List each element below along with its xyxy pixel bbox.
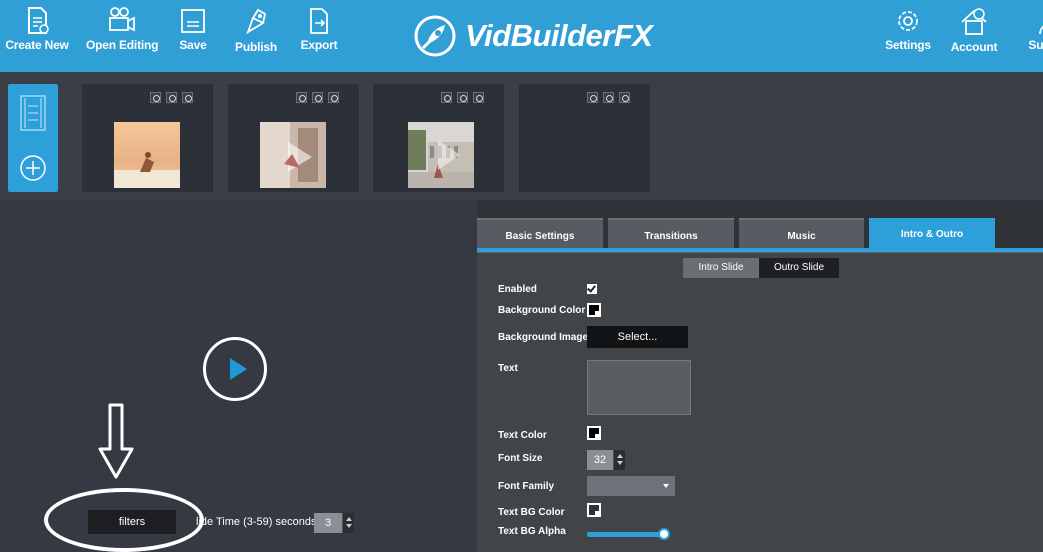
- rocket-logo-icon: [414, 15, 456, 57]
- support-icon: [1039, 25, 1043, 35]
- font-size-value[interactable]: 32: [587, 450, 613, 470]
- refresh-icon[interactable]: [166, 92, 177, 103]
- font-size-label: Font Size: [498, 453, 543, 464]
- text-bg-alpha-label: Text BG Alpha: [498, 526, 566, 537]
- settings-button[interactable]: Settings: [873, 6, 943, 52]
- lock-icon[interactable]: [587, 92, 598, 103]
- publish-button[interactable]: Publish: [221, 6, 291, 54]
- settings-label: Settings: [885, 38, 931, 52]
- lock-icon[interactable]: [441, 92, 452, 103]
- stepper-arrows[interactable]: [613, 450, 625, 470]
- slide-strip-sidebar: [8, 84, 58, 192]
- background-color-label: Background Color: [498, 305, 586, 316]
- slide-thumbnail-yoga-street: [408, 122, 474, 188]
- support-button[interactable]: Supp: [1008, 6, 1043, 52]
- create-new-label: Create New: [5, 38, 69, 52]
- sub-tab-intro-slide[interactable]: Intro Slide: [683, 258, 759, 278]
- annotation-arrow-icon: [98, 403, 134, 479]
- refresh-icon[interactable]: [312, 92, 323, 103]
- close-icon[interactable]: [619, 92, 630, 103]
- background-color-swatch[interactable]: [587, 303, 601, 317]
- save-button[interactable]: Save: [158, 6, 228, 52]
- account-label: Account: [950, 40, 998, 54]
- filters-button[interactable]: filters: [88, 510, 176, 534]
- background-image-label: Background Image: [498, 332, 589, 343]
- play-button[interactable]: [203, 337, 267, 401]
- tab-transitions[interactable]: Transitions: [608, 218, 734, 249]
- slide-controls: [441, 92, 484, 103]
- gear-icon: [898, 11, 918, 31]
- refresh-icon[interactable]: [603, 92, 614, 103]
- text-bg-alpha-slider[interactable]: [587, 532, 664, 537]
- brand-logo: VidBuilderFX: [413, 12, 653, 60]
- text-input[interactable]: [587, 360, 691, 415]
- slide-card-1[interactable]: [82, 84, 213, 192]
- slide-time-value[interactable]: 3: [314, 513, 342, 533]
- add-circle-icon[interactable]: [20, 155, 46, 181]
- lock-icon[interactable]: [150, 92, 161, 103]
- enabled-checkbox[interactable]: [587, 284, 597, 294]
- text-label: Text: [498, 363, 518, 374]
- font-family-select[interactable]: [587, 476, 675, 496]
- slide-time-stepper[interactable]: 3: [314, 513, 354, 533]
- refresh-icon[interactable]: [457, 92, 468, 103]
- text-bg-color-label: Text BG Color: [498, 507, 565, 518]
- slide-thumbnail-yoga-beach: [114, 122, 180, 188]
- filmstrip-icon[interactable]: [20, 95, 46, 131]
- font-family-label: Font Family: [498, 481, 555, 492]
- text-bg-alpha-handle[interactable]: [658, 528, 670, 540]
- slide-controls: [587, 92, 630, 103]
- close-icon[interactable]: [328, 92, 339, 103]
- lock-icon[interactable]: [296, 92, 307, 103]
- enabled-label: Enabled: [498, 284, 537, 295]
- close-icon[interactable]: [182, 92, 193, 103]
- video-camera-icon: [109, 7, 135, 32]
- text-color-swatch[interactable]: [587, 426, 601, 440]
- save-icon: [181, 9, 205, 33]
- tab-intro-outro[interactable]: Intro & Outro: [869, 218, 995, 249]
- font-size-stepper[interactable]: 32: [587, 450, 625, 470]
- slide-card-3[interactable]: [373, 84, 504, 192]
- create-new-icon: [28, 7, 49, 34]
- text-bg-color-swatch[interactable]: [587, 503, 601, 517]
- create-new-button[interactable]: Create New: [2, 6, 72, 52]
- slide-controls: [150, 92, 193, 103]
- open-editing-button[interactable]: Open Editing: [86, 6, 159, 52]
- stepper-arrows[interactable]: [342, 513, 354, 533]
- export-button[interactable]: Export: [284, 6, 354, 52]
- sub-tab-outro-slide[interactable]: Outro Slide: [759, 258, 839, 278]
- save-label: Save: [179, 38, 207, 52]
- open-editing-label: Open Editing: [86, 38, 159, 52]
- tab-basic-settings[interactable]: Basic Settings: [477, 218, 603, 249]
- slide-thumbnail-yoga-transition: [260, 122, 326, 188]
- publish-icon: [246, 8, 267, 35]
- slide-strip-side-icons: [20, 95, 46, 181]
- account-icon: [961, 8, 987, 35]
- brand-name: VidBuilderFX: [465, 18, 653, 53]
- slide-controls: [296, 92, 339, 103]
- slide-time-label: lide Time (3-59) seconds:: [196, 516, 320, 528]
- publish-label: Publish: [235, 40, 277, 54]
- slide-card-4[interactable]: [519, 84, 650, 192]
- account-button[interactable]: Account: [939, 6, 1009, 54]
- background-image-select-button[interactable]: Select...: [587, 326, 688, 348]
- support-label: Supp: [1028, 38, 1043, 52]
- tab-music[interactable]: Music: [739, 218, 864, 249]
- export-label: Export: [300, 38, 338, 52]
- close-icon[interactable]: [473, 92, 484, 103]
- slide-card-2[interactable]: [228, 84, 359, 192]
- export-icon: [310, 8, 328, 34]
- text-color-label: Text Color: [498, 430, 547, 441]
